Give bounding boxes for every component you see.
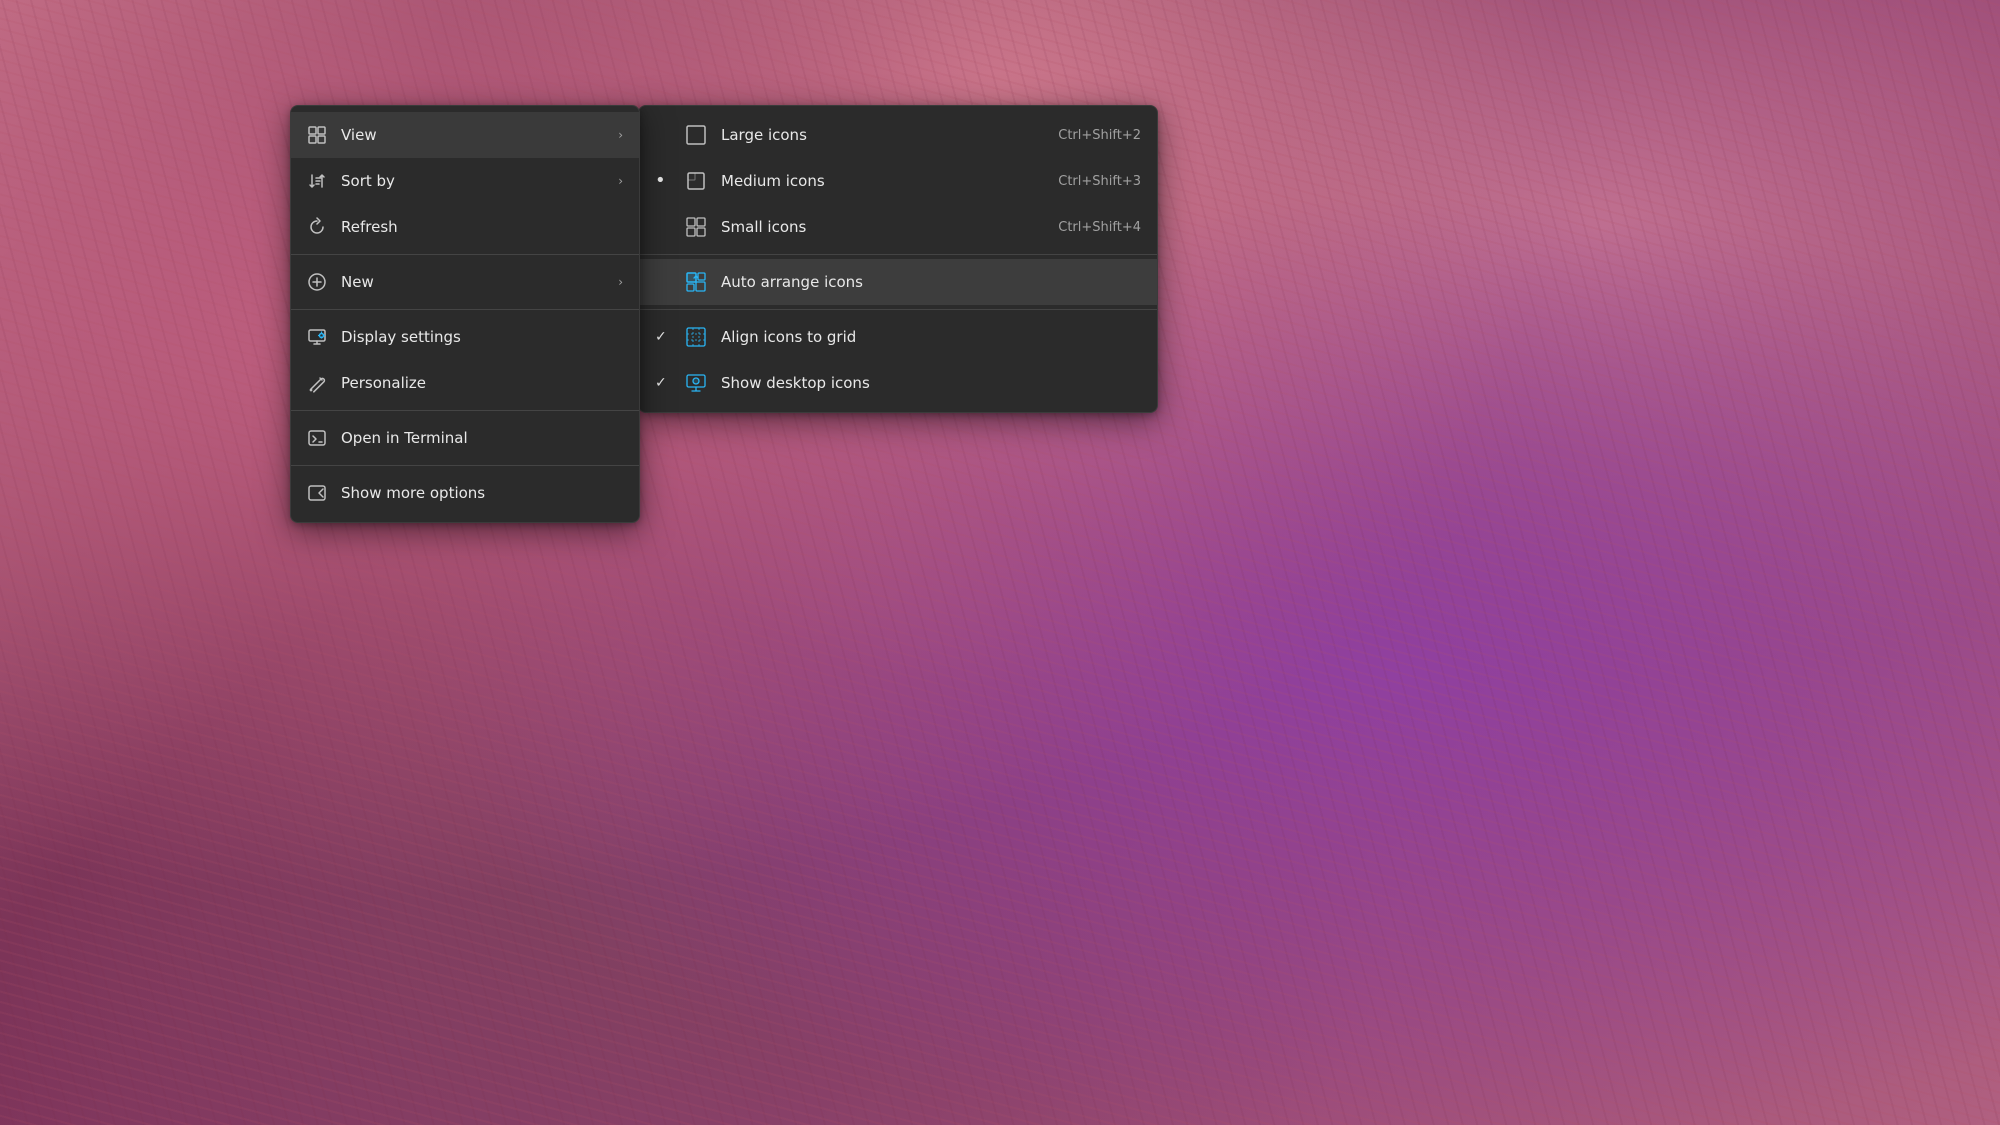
large-icons-icon	[685, 124, 707, 146]
show-desktop-check: ✓	[655, 375, 671, 391]
submenu-large-icons[interactable]: Large icons Ctrl+Shift+2	[639, 112, 1157, 158]
submenu-show-desktop[interactable]: ✓ Show desktop icons	[639, 360, 1157, 406]
auto-arrange-icon	[685, 271, 707, 293]
sub-divider-2	[639, 309, 1157, 310]
align-grid-icon	[685, 326, 707, 348]
terminal-icon	[307, 428, 327, 448]
menu-item-view-label: View	[341, 126, 604, 144]
menu-item-display-settings[interactable]: Display settings	[291, 314, 639, 360]
view-icon	[307, 125, 327, 145]
menu-item-refresh[interactable]: Refresh	[291, 204, 639, 250]
align-grid-label: Align icons to grid	[721, 328, 1141, 346]
divider-1	[291, 254, 639, 255]
divider-3	[291, 410, 639, 411]
divider-4	[291, 465, 639, 466]
sort-icon	[307, 171, 327, 191]
new-arrow-icon: ›	[618, 275, 623, 289]
large-icons-shortcut: Ctrl+Shift+2	[1058, 128, 1141, 143]
menu-item-new-label: New	[341, 273, 604, 291]
show-more-icon	[307, 483, 327, 503]
menu-item-sort[interactable]: Sort by ›	[291, 158, 639, 204]
menu-item-terminal-label: Open in Terminal	[341, 429, 623, 447]
divider-2	[291, 309, 639, 310]
display-settings-icon	[307, 327, 327, 347]
submenu-medium-icons[interactable]: • Medium icons Ctrl+Shift+3	[639, 158, 1157, 204]
menu-item-show-more[interactable]: Show more options	[291, 470, 639, 516]
medium-icons-label: Medium icons	[721, 172, 1044, 190]
submenu-align-grid[interactable]: ✓ Align icons to grid	[639, 314, 1157, 360]
medium-icons-dot: •	[655, 172, 671, 190]
menu-item-view[interactable]: View ›	[291, 112, 639, 158]
menu-item-personalize-label: Personalize	[341, 374, 623, 392]
submenu-auto-arrange[interactable]: Auto arrange icons	[639, 259, 1157, 305]
menu-item-show-more-label: Show more options	[341, 484, 623, 502]
medium-icons-icon	[685, 170, 707, 192]
sub-divider-1	[639, 254, 1157, 255]
show-desktop-icon	[685, 372, 707, 394]
menu-item-new[interactable]: New ›	[291, 259, 639, 305]
auto-arrange-label: Auto arrange icons	[721, 273, 1141, 291]
menu-item-terminal[interactable]: Open in Terminal	[291, 415, 639, 461]
menu-item-refresh-label: Refresh	[341, 218, 623, 236]
show-desktop-label: Show desktop icons	[721, 374, 1141, 392]
sort-arrow-icon: ›	[618, 174, 623, 188]
align-grid-check: ✓	[655, 329, 671, 345]
small-icons-shortcut: Ctrl+Shift+4	[1058, 220, 1141, 235]
large-icons-label: Large icons	[721, 126, 1044, 144]
context-menu-container: View › Sort by › Refresh	[290, 105, 1158, 523]
menu-item-display-settings-label: Display settings	[341, 328, 623, 346]
context-menu: View › Sort by › Refresh	[290, 105, 640, 523]
new-icon	[307, 272, 327, 292]
small-icons-label: Small icons	[721, 218, 1044, 236]
refresh-icon	[307, 217, 327, 237]
view-arrow-icon: ›	[618, 128, 623, 142]
menu-item-sort-label: Sort by	[341, 172, 604, 190]
personalize-icon	[307, 373, 327, 393]
medium-icons-shortcut: Ctrl+Shift+3	[1058, 174, 1141, 189]
submenu-small-icons[interactable]: Small icons Ctrl+Shift+4	[639, 204, 1157, 250]
menu-item-personalize[interactable]: Personalize	[291, 360, 639, 406]
view-submenu: Large icons Ctrl+Shift+2 • Medium icons …	[638, 105, 1158, 413]
small-icons-icon	[685, 216, 707, 238]
